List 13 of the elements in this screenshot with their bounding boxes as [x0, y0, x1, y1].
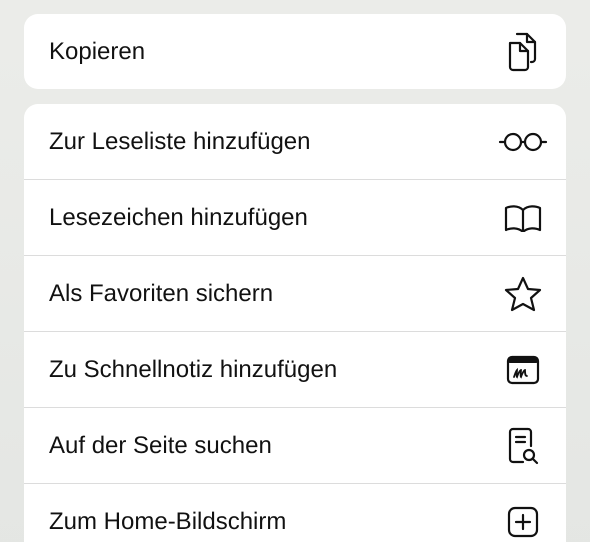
menu-item[interactable]: Zum Home-Bildschirm: [24, 484, 566, 542]
menu-item[interactable]: Auf der Seite suchen: [24, 408, 566, 483]
menu-item[interactable]: Zur Leseliste hinzufügen: [24, 104, 566, 179]
glasses-icon: [498, 130, 548, 152]
menu-item[interactable]: Zu Schnellnotiz hinzufügen: [24, 332, 566, 407]
book-icon: [504, 204, 542, 232]
note-icon: [506, 354, 540, 384]
add-square-icon: [507, 506, 539, 538]
menu-item[interactable]: Als Favoriten sichern: [24, 256, 566, 331]
star-icon: [504, 276, 542, 312]
menu-item[interactable]: Lesezeichen hinzufügen: [24, 180, 566, 255]
document-search-icon: [507, 426, 539, 464]
menu-item[interactable]: Kopieren: [24, 14, 566, 89]
